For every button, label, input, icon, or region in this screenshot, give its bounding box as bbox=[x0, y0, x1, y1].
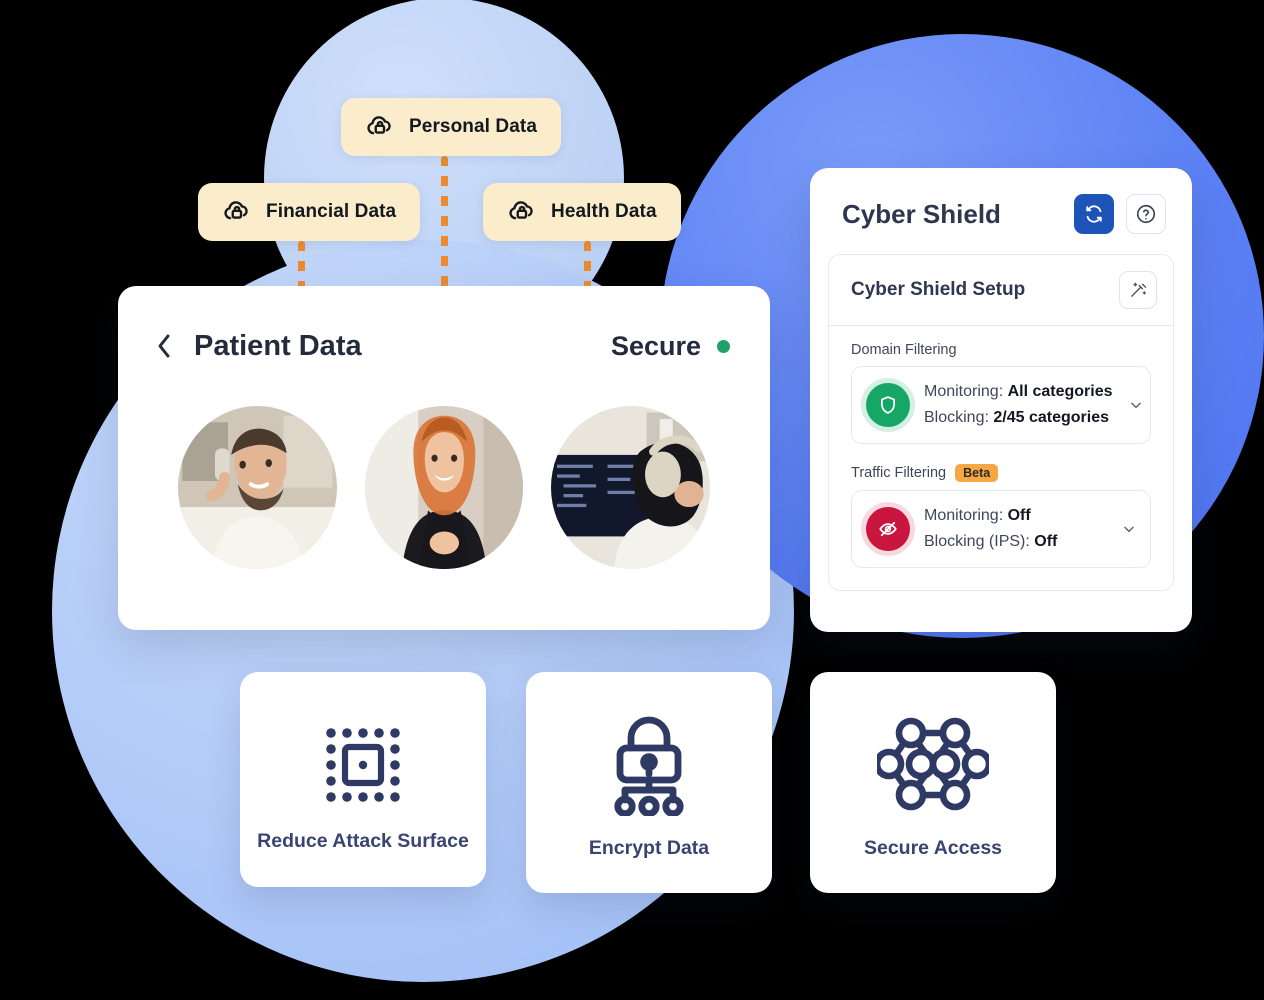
status-line-monitoring: Monitoring: All categories bbox=[924, 379, 1113, 405]
refresh-button[interactable] bbox=[1074, 194, 1114, 234]
cyber-shield-header: Cyber Shield bbox=[810, 168, 1192, 234]
question-circle-icon bbox=[1136, 204, 1156, 224]
magic-wand-button[interactable] bbox=[1119, 271, 1157, 309]
attack-surface-grid-icon bbox=[319, 706, 407, 824]
status-line-blocking: Blocking (IPS): Off bbox=[924, 529, 1106, 555]
feature-label: Secure Access bbox=[863, 836, 1003, 859]
chevron-down-icon[interactable] bbox=[1120, 521, 1138, 537]
feature-card-encrypt-data[interactable]: Encrypt Data bbox=[526, 672, 772, 893]
data-pill-label: Health Data bbox=[551, 201, 657, 222]
cyber-shield-panel: Cyber Shield Cyber Shield Setup Domain F… bbox=[810, 168, 1192, 632]
status-value: Off bbox=[1034, 532, 1058, 550]
section-label: Traffic Filtering bbox=[851, 464, 947, 481]
domain-filtering-row[interactable]: Monitoring: All categories Blocking: 2/4… bbox=[851, 366, 1151, 444]
beta-badge: Beta bbox=[955, 463, 999, 482]
page-title: Patient Data bbox=[194, 329, 362, 362]
cyber-shield-actions bbox=[1074, 194, 1166, 234]
avatar-man-on-phone bbox=[178, 406, 337, 569]
traffic-filtering-label-row: Traffic Filtering Beta bbox=[851, 463, 1151, 482]
data-pill-label: Personal Data bbox=[409, 116, 538, 137]
help-button[interactable] bbox=[1126, 194, 1166, 234]
status-value: Off bbox=[1007, 506, 1031, 524]
status-value: 2/45 categories bbox=[993, 408, 1109, 426]
patient-data-card: Patient Data Secure bbox=[118, 286, 770, 630]
traffic-filtering-row[interactable]: Monitoring: Off Blocking (IPS): Off bbox=[851, 489, 1151, 568]
cyber-shield-title: Cyber Shield bbox=[842, 198, 1001, 229]
status-prefix: Monitoring: bbox=[924, 506, 1008, 524]
status-label: Secure bbox=[610, 330, 701, 361]
feature-label: Encrypt Data bbox=[588, 836, 710, 859]
chevron-down-icon[interactable] bbox=[1127, 397, 1145, 413]
cloud-lock-icon bbox=[222, 195, 252, 230]
domain-filtering-label-row: Domain Filtering bbox=[851, 342, 1151, 358]
section-label: Domain Filtering bbox=[851, 342, 957, 358]
lock-network-icon bbox=[603, 705, 695, 823]
setup-header: Cyber Shield Setup bbox=[829, 255, 1173, 326]
magic-wand-icon bbox=[1131, 282, 1147, 297]
avatar-list bbox=[118, 406, 770, 569]
status-badge: Secure bbox=[611, 331, 730, 362]
cloud-lock-icon bbox=[507, 195, 537, 230]
connector-line-center bbox=[441, 156, 448, 304]
avatar-developer-headphones bbox=[551, 406, 711, 569]
eye-off-icon bbox=[866, 506, 910, 551]
feature-label: Reduce Attack Surface bbox=[257, 829, 469, 852]
status-prefix: Blocking (IPS): bbox=[924, 532, 1035, 550]
refresh-sync-icon bbox=[1086, 205, 1102, 223]
patient-card-header: Patient Data Secure bbox=[118, 286, 770, 406]
status-line-monitoring: Monitoring: Off bbox=[924, 503, 1106, 529]
mesh-network-icon bbox=[877, 705, 989, 823]
avatar-woman-smiling bbox=[364, 406, 524, 569]
feature-card-secure-access[interactable]: Secure Access bbox=[810, 672, 1056, 893]
cloud-lock-icon bbox=[365, 110, 395, 145]
feature-card-reduce-attack-surface[interactable]: Reduce Attack Surface bbox=[240, 672, 486, 887]
data-pill-personal[interactable]: Personal Data bbox=[341, 98, 562, 156]
setup-title: Cyber Shield Setup bbox=[851, 279, 1026, 300]
status-line-blocking: Blocking: 2/45 categories bbox=[924, 405, 1113, 431]
domain-filtering-status: Monitoring: All categories Blocking: 2/4… bbox=[924, 379, 1113, 431]
data-pill-label: Financial Data bbox=[266, 201, 397, 222]
status-value: All categories bbox=[1007, 383, 1113, 400]
cyber-shield-setup-box: Cyber Shield Setup Domain Filtering Moni… bbox=[828, 254, 1174, 591]
data-pill-financial[interactable]: Financial Data bbox=[198, 183, 421, 241]
status-dot-icon bbox=[717, 339, 730, 353]
traffic-filtering-status: Monitoring: Off Blocking (IPS): Off bbox=[924, 503, 1106, 555]
data-pill-health[interactable]: Health Data bbox=[483, 183, 681, 241]
setup-body: Domain Filtering Monitoring: All categor… bbox=[829, 326, 1173, 590]
shield-icon bbox=[866, 382, 910, 427]
status-prefix: Blocking: bbox=[924, 408, 994, 426]
illustration-stage: Personal Data Financial Data Health Data bbox=[0, 0, 1264, 1000]
chevron-left-icon[interactable] bbox=[152, 331, 186, 361]
status-prefix: Monitoring: bbox=[924, 383, 1008, 400]
